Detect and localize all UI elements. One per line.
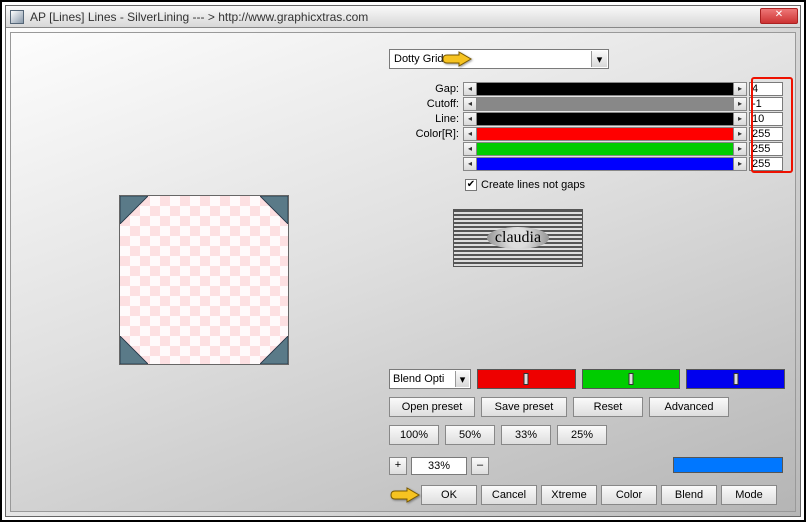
- close-button[interactable]: ✕: [760, 8, 798, 24]
- zoom-in-button[interactable]: +: [389, 457, 407, 475]
- gap-slider[interactable]: ◂ ▸: [463, 82, 747, 96]
- advanced-button[interactable]: Advanced: [649, 397, 729, 417]
- arrow-right-icon[interactable]: ▸: [733, 157, 747, 171]
- arrow-left-icon[interactable]: ◂: [463, 82, 477, 96]
- arrow-right-icon[interactable]: ▸: [733, 97, 747, 111]
- create-lines-label: Create lines not gaps: [481, 179, 585, 191]
- color-r-slider[interactable]: ◂ ▸: [463, 127, 747, 141]
- zoom-out-button[interactable]: –: [471, 457, 489, 475]
- color-swatch: [673, 457, 783, 473]
- cutoff-slider[interactable]: ◂ ▸: [463, 97, 747, 111]
- corner-ornament-icon: [260, 196, 288, 224]
- green-slider[interactable]: [582, 369, 681, 389]
- chevron-down-icon: ▾: [455, 371, 469, 387]
- color-r-label: Color[R]:: [389, 128, 463, 140]
- corner-ornament-icon: [120, 196, 148, 224]
- color-button[interactable]: Color: [601, 485, 657, 505]
- arrow-left-icon[interactable]: ◂: [463, 142, 477, 156]
- gap-value-input[interactable]: 4: [749, 82, 783, 96]
- arrow-right-icon[interactable]: ▸: [733, 112, 747, 126]
- blend-value: Blend Opti: [393, 373, 444, 385]
- app-icon: [10, 10, 24, 24]
- color-g-value-input[interactable]: 255: [749, 142, 783, 156]
- blue-slider[interactable]: [686, 369, 785, 389]
- cancel-button[interactable]: Cancel: [481, 485, 537, 505]
- zoom-25-button[interactable]: 25%: [557, 425, 607, 445]
- reset-button[interactable]: Reset: [573, 397, 643, 417]
- color-b-value-input[interactable]: 255: [749, 157, 783, 171]
- blend-button[interactable]: Blend: [661, 485, 717, 505]
- main-panel: Dotty Grid ▾ Gap: ◂ ▸ 4 Cutoff: ◂: [10, 32, 796, 512]
- arrow-left-icon[interactable]: ◂: [463, 157, 477, 171]
- gap-label: Gap:: [389, 83, 463, 95]
- arrow-left-icon[interactable]: ◂: [463, 112, 477, 126]
- cutoff-value-input[interactable]: -1: [749, 97, 783, 111]
- arrow-right-icon[interactable]: ▸: [733, 82, 747, 96]
- ok-button[interactable]: OK: [421, 485, 477, 505]
- preview-canvas: [119, 195, 289, 365]
- blend-dropdown[interactable]: Blend Opti ▾: [389, 369, 471, 389]
- window-title: AP [Lines] Lines - SilverLining --- > ht…: [30, 10, 368, 24]
- zoom-value-input[interactable]: 33%: [411, 457, 467, 475]
- corner-ornament-icon: [120, 336, 148, 364]
- zoom-50-button[interactable]: 50%: [445, 425, 495, 445]
- arrow-right-icon[interactable]: ▸: [733, 127, 747, 141]
- arrow-left-icon[interactable]: ◂: [463, 127, 477, 141]
- xtreme-button[interactable]: Xtreme: [541, 485, 597, 505]
- zoom-33-button[interactable]: 33%: [501, 425, 551, 445]
- chevron-down-icon: ▾: [591, 51, 607, 67]
- preset-dropdown[interactable]: Dotty Grid ▾: [389, 49, 609, 69]
- color-r-value-input[interactable]: 255: [749, 127, 783, 141]
- arrow-right-icon[interactable]: ▸: [733, 142, 747, 156]
- line-slider[interactable]: ◂ ▸: [463, 112, 747, 126]
- zoom-100-button[interactable]: 100%: [389, 425, 439, 445]
- preset-value: Dotty Grid: [394, 53, 444, 65]
- create-lines-checkbox[interactable]: ✔: [465, 179, 477, 191]
- logo-graphic: claudia: [453, 209, 583, 267]
- open-preset-button[interactable]: Open preset: [389, 397, 475, 417]
- save-preset-button[interactable]: Save preset: [481, 397, 567, 417]
- line-label: Line:: [389, 113, 463, 125]
- line-value-input[interactable]: 10: [749, 112, 783, 126]
- title-bar[interactable]: AP [Lines] Lines - SilverLining --- > ht…: [6, 6, 800, 28]
- logo-text: claudia: [487, 227, 549, 249]
- app-window: AP [Lines] Lines - SilverLining --- > ht…: [5, 5, 801, 517]
- cutoff-label: Cutoff:: [389, 98, 463, 110]
- pointing-hand-icon: [389, 485, 421, 505]
- corner-ornament-icon: [260, 336, 288, 364]
- mode-button[interactable]: Mode: [721, 485, 777, 505]
- red-slider[interactable]: [477, 369, 576, 389]
- arrow-left-icon[interactable]: ◂: [463, 97, 477, 111]
- color-b-slider[interactable]: ◂ ▸: [463, 157, 747, 171]
- color-g-slider[interactable]: ◂ ▸: [463, 142, 747, 156]
